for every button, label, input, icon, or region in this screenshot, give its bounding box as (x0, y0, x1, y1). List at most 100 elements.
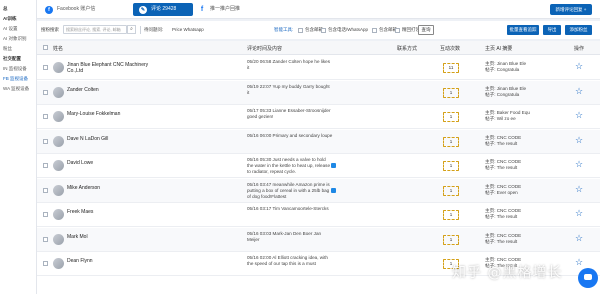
select-all-checkbox[interactable] (43, 45, 48, 50)
fan-name[interactable]: Dean Flynn (67, 258, 151, 264)
table-row[interactable]: Mike Anderson 05/16 03:47 meanwhile Amazo… (37, 178, 600, 203)
sidebar-item[interactable]: AI 设置 (0, 24, 36, 34)
page-summary: 主页: CNC CODE 帖子: The result (485, 135, 555, 147)
fan-name[interactable]: Mary-Louise Fokkelman (67, 111, 151, 117)
check-email-2[interactable]: 包含邮箱 (372, 27, 397, 33)
star-icon[interactable]: ☆ (575, 86, 583, 96)
search-icon[interactable]: ⌕ (127, 25, 136, 34)
sidebar-item[interactable]: 粉丝 (0, 44, 36, 54)
column-header-interactions[interactable]: 互动次数 (440, 45, 460, 52)
comment-text: 05/17 05:33 Lianne Essaber-Stroosnijder … (247, 108, 331, 119)
fan-name[interactable]: Zander Colten (67, 87, 151, 93)
avatar[interactable] (53, 209, 64, 220)
avatar[interactable] (53, 86, 64, 98)
table-row[interactable]: Mary-Louise Fokkelman 05/17 05:33 Lianne … (37, 105, 600, 129)
fan-name[interactable]: Mike Anderson (67, 185, 151, 191)
table-row[interactable]: Jinan Blue Elephant CNC Machinery Co.,Lt… (37, 56, 600, 80)
row-checkbox[interactable] (43, 261, 48, 266)
fan-name[interactable]: Freek Maes (67, 209, 151, 215)
table-row[interactable]: Zander Colten 05/19 22:07 Yup my buddy Ga… (37, 80, 600, 105)
row-checkbox[interactable] (43, 138, 48, 144)
avatar[interactable] (53, 62, 64, 73)
export-button[interactable]: 导出 (543, 25, 561, 35)
star-icon[interactable]: ☆ (575, 111, 583, 120)
check-email[interactable]: 包含邮箱 (298, 27, 323, 33)
new-comment-reply-button[interactable]: 新增评论回复 + (550, 4, 592, 15)
sidebar-item: 总 (3, 6, 8, 11)
row-checkbox[interactable] (43, 212, 48, 217)
avatar[interactable] (53, 160, 64, 171)
page-summary: 主页: CNC CODE 帖子: The result (485, 208, 555, 220)
check-reply[interactable]: 精回打领 (395, 27, 420, 33)
fan-name[interactable]: Mark Mol (67, 234, 151, 240)
star-icon[interactable]: ☆ (575, 233, 583, 243)
tab-comments[interactable]: ✎ 评论 29428 (133, 3, 193, 16)
checkbox[interactable] (372, 27, 377, 33)
column-header-summary[interactable]: 主页 Al 摘要 (485, 45, 512, 52)
filter-label: 待问题问: (144, 27, 164, 32)
table-row[interactable]: Freek Maes 05/16 03:17 Tim Vancamoortele-… (37, 203, 600, 227)
sidebar-item[interactable]: FB 监视设备 (0, 74, 36, 84)
table-header: 姓名 评论时间及内容 联系方式 互动次数 主页 Al 摘要 操作 (37, 41, 600, 55)
column-header-actions: 操作 (574, 46, 585, 52)
sidebar-item[interactable]: AI 对象识别 (0, 34, 36, 44)
star-icon[interactable]: ☆ (575, 62, 583, 71)
star-icon[interactable]: ☆ (575, 184, 583, 194)
sidebar-item[interactable]: IN 监视设备 (0, 64, 36, 74)
summary-post: 帖子: Congratula (485, 91, 520, 97)
interaction-count: 1 (443, 136, 459, 147)
checkbox[interactable] (395, 27, 400, 33)
sidebar-item[interactable]: WA 监视设备 (0, 84, 36, 94)
row-checkbox[interactable] (43, 65, 48, 70)
page-summary: 主页: CNC CODE 帖子: The result (485, 159, 555, 171)
filter-value[interactable]: Price Whatsapp (172, 27, 204, 32)
fan-name[interactable]: Jinan Blue Elephant CNC Machinery Co.,Lt… (67, 62, 151, 74)
column-header-comment[interactable]: 评论时间及内容 (247, 45, 282, 52)
check-phone[interactable]: 包含电话/WhatsApp (321, 27, 368, 33)
add-fan-button[interactable]: 添加粉丝 (565, 25, 592, 35)
batch-view-button[interactable]: 批量查看追踪 (507, 25, 539, 35)
comment-text: 05/16 03:03 Mark-Jan Den Boer Jan Meijer (247, 230, 322, 242)
facebook-icon: f (45, 5, 53, 14)
avatar[interactable] (53, 111, 64, 122)
row-checkbox[interactable] (43, 163, 48, 168)
row-checkbox[interactable] (43, 89, 48, 95)
query-button[interactable]: 查询 (418, 25, 434, 35)
fan-name[interactable]: Dave N LaDon Gill (67, 136, 151, 142)
fan-name[interactable]: David Lowe (67, 160, 151, 166)
star-icon[interactable]: ☆ (575, 258, 583, 267)
flag-icon[interactable] (331, 187, 336, 193)
table-row[interactable]: David Lowe 05/16 05:30 Just needs a valve… (37, 154, 600, 178)
comment-text: 05/16 06:00 Primary and secondary loupe (247, 132, 333, 138)
sidebar: 总 AI训练 AI 设置 AI 对象识别 粉丝 社交配置 IN 监视设备 FB 监视设备 WA … (0, 0, 37, 294)
table-row[interactable]: Dave N LaDon Gill 05/16 06:00 Primary and… (37, 129, 600, 154)
column-header-contact[interactable]: 联系方式 (397, 45, 417, 52)
tab-label: 推一推户回推 (210, 6, 241, 12)
summary-post: 帖子: Ever open (485, 189, 518, 195)
table-row[interactable]: Mark Mol 05/16 03:03 Mark-Jan Den Boer Ja… (37, 227, 600, 252)
divider (140, 26, 141, 34)
interaction-count: 1 (443, 161, 459, 171)
interaction-count: 1 (443, 210, 459, 220)
row-checkbox[interactable] (43, 114, 48, 119)
tab-facebook-account[interactable]: f Facebook 账户信 (45, 3, 95, 16)
row-checkbox[interactable] (43, 236, 48, 242)
search-input[interactable]: 搜索粉丝评论, 搜索, 评论, 邮箱 (63, 25, 127, 34)
comments-table: 姓名 评论时间及内容 联系方式 互动次数 主页 Al 摘要 操作 Jinan B… (37, 41, 600, 294)
avatar[interactable] (53, 135, 64, 147)
avatar[interactable] (53, 258, 64, 269)
star-icon[interactable]: ☆ (575, 160, 583, 169)
star-icon[interactable]: ☆ (575, 135, 583, 145)
checkbox[interactable] (298, 27, 303, 33)
avatar[interactable] (53, 233, 64, 245)
page-summary: 主页: CNC CODE 帖子: Ever open (485, 184, 555, 196)
chat-bubble-icon[interactable] (578, 268, 598, 288)
flag-icon[interactable] (331, 163, 336, 168)
interaction-count: 1 (443, 234, 459, 245)
star-icon[interactable]: ☆ (575, 209, 583, 218)
tab-push[interactable]: f 推一推户回推 (198, 3, 240, 16)
row-checkbox[interactable] (43, 187, 48, 193)
column-header-name[interactable]: 姓名 (53, 45, 63, 52)
checkbox[interactable] (321, 27, 326, 33)
avatar[interactable] (53, 184, 64, 196)
